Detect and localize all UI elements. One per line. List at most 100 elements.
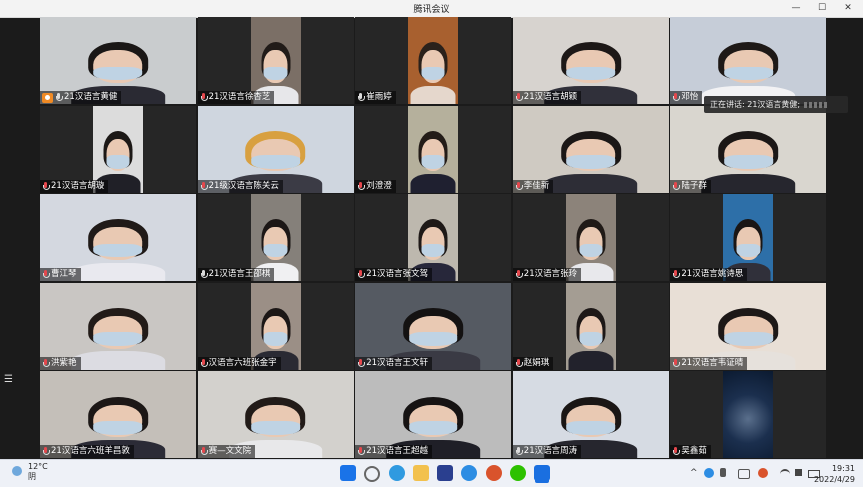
video-tile[interactable]: 21汉语言周涛 [512,371,669,459]
video-tile[interactable]: 吴鑫茹 [670,371,827,459]
video-tile[interactable]: 洪紫艳 [40,282,196,370]
participant-nametag: 邓怡 [670,91,703,104]
video-tile[interactable]: 21汉语言张玲 [512,194,669,282]
participant-figure [410,130,456,193]
participant-nametag: 21汉语言徐杏芝 [197,91,275,104]
speaking-indicator: 正在讲话: 21汉语言黄健; [704,96,848,113]
participant-name: 21汉语言张玲 [523,269,578,280]
close-button[interactable]: ✕ [835,0,861,17]
tray-mic-icon[interactable] [720,468,726,477]
mic-muted-icon [672,181,681,191]
mic-icon [200,270,208,279]
minimize-button[interactable]: — [783,0,809,17]
video-tile[interactable]: 21汉语言张文驾 [355,194,512,282]
participant-name: 21汉语言王超越 [366,446,429,457]
video-tile[interactable]: 汉语言六班张金宇 [197,282,354,370]
mic-muted-icon [515,270,523,279]
tray-app-icon[interactable] [704,468,714,478]
weather-temp: 12°C [28,462,48,471]
video-tile[interactable]: 21汉语言韦证晴 [670,282,827,370]
participant-name: 21汉语言周涛 [523,446,578,457]
video-feed [408,17,459,104]
video-tile[interactable]: 21汉语言王文轩 [355,282,512,370]
tray-chevron-icon[interactable]: ^ [690,468,698,478]
mic-muted-icon [42,270,50,279]
participant-name: 李佳新 [523,180,550,191]
participant-nametag: 赛—文文院 [197,445,256,459]
file-explorer-icon[interactable] [413,465,429,481]
mic-muted-icon [672,270,681,279]
start-icon[interactable] [340,465,356,481]
tray-camera-icon[interactable] [738,469,750,479]
window-title: 腾讯会议 [413,5,450,15]
edge-browser-icon[interactable] [389,465,405,481]
video-tile[interactable]: 21汉语言六班羊昌敦 [40,371,196,459]
video-tile[interactable]: 李佳新 [512,105,669,193]
participant-name: 陆子群 [681,180,707,191]
participant-figure [701,42,796,104]
mic-muted-icon [42,358,50,368]
mic-muted-icon [357,270,366,279]
video-tile[interactable]: 21汉语言王邵棋 [197,194,354,282]
mic-muted-icon [357,358,366,368]
clock-date: 2022/4/29 [813,475,855,484]
mic-muted-icon [200,358,208,368]
participant-name: 曹江琴 [51,269,77,280]
tray-security-icon[interactable] [758,468,768,478]
video-tile[interactable]: 21汉语言姚诗思 [670,194,827,282]
participant-name: 刘澄澄 [366,180,392,191]
menu-icon[interactable]: ☰ [4,375,16,385]
video-tile[interactable]: 陆子群 [670,105,827,193]
video-feed [723,371,774,459]
weather-widget[interactable]: 12°C 阴 [12,462,48,482]
participant-figure [568,307,614,370]
speaking-indicator-label: 正在讲话: 21汉语言黄健; [710,100,801,109]
office-icon[interactable] [486,465,502,481]
maximize-button[interactable]: ☐ [809,0,835,17]
participant-nametag: 21汉语言周涛 [512,445,582,459]
video-tile[interactable]: 邓怡 [670,17,827,104]
video-tile[interactable]: 曹江琴 [40,194,196,282]
search-icon[interactable] [364,466,380,482]
participant-name: 赵娟琪 [523,357,550,368]
video-tile[interactable]: 21汉语言王超越 [355,371,512,459]
participant-nametag: 吴鑫茹 [670,445,711,459]
participant-nametag: 21汉语言黄健 [40,91,122,104]
video-tile[interactable]: 21级汉语言陈关云 [197,105,354,193]
participant-name: 汉语言六班张金宇 [208,357,277,368]
video-feed [408,105,459,193]
video-tile[interactable]: 赵娟琪 [512,282,669,370]
video-tile[interactable]: 21汉语言胡颖 [512,17,669,104]
volume-icon[interactable] [795,469,802,476]
video-tile[interactable]: 21汉语言徐杏芝 [197,17,354,104]
participant-name: 21汉语言姚诗思 [681,269,744,280]
wechat-icon[interactable] [510,465,526,481]
tencent-meeting-icon[interactable] [534,465,550,481]
participant-figure [410,42,456,104]
participant-name: 21汉语言徐杏芝 [208,92,271,102]
participant-name: 21汉语言王文轩 [366,357,429,368]
participant-figure [71,307,165,370]
participant-name: 21汉语言张文驾 [366,269,429,280]
wifi-icon[interactable] [780,469,790,479]
participant-nametag: 洪紫艳 [40,356,81,370]
participant-nametag: 汉语言六班张金宇 [197,356,281,370]
taskbar: 12°C 阴 ^ 19:31 2022/4/29 [0,459,863,487]
participant-figure [71,219,165,282]
participant-nametag: 21级汉语言陈关云 [197,179,283,193]
participant-nametag: 21汉语言张文驾 [355,268,433,282]
store-icon[interactable] [437,465,453,481]
clock[interactable]: 19:31 2022/4/29 [814,463,855,485]
mic-muted-icon [42,181,50,191]
participant-nametag: 曹江琴 [40,268,81,282]
browser-icon[interactable] [461,465,477,481]
video-tile[interactable]: 21汉语言胡璇 [40,105,196,193]
video-tile[interactable]: 21汉语言黄健 [40,17,196,104]
mic-muted-icon [515,358,523,368]
video-tile[interactable]: 刘澄澄 [355,105,512,193]
mic-muted-icon [672,447,681,456]
participant-name: 邓怡 [681,92,699,102]
mic-icon [357,93,366,102]
video-tile[interactable]: 崔雨婷 [355,17,512,104]
video-tile[interactable]: 赛—文文院 [197,371,354,459]
